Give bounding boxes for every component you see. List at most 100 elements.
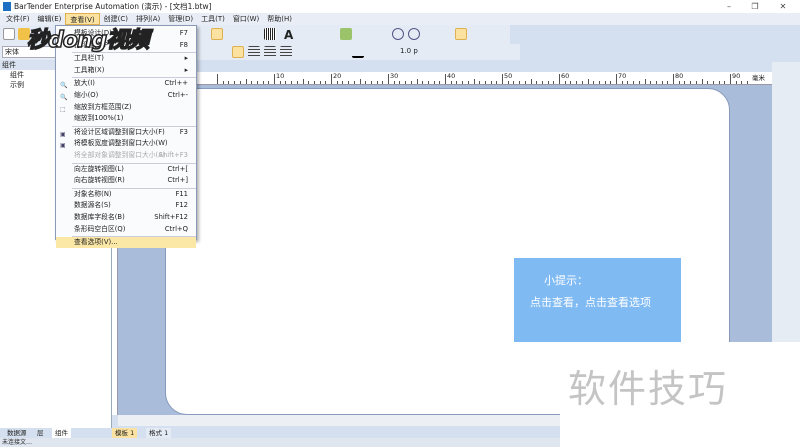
- tip-body: 点击查看，点击查看选项: [530, 296, 651, 309]
- picture-icon[interactable]: [340, 28, 352, 40]
- menu-item-label: 缩小(O): [74, 91, 99, 99]
- menu-item-14[interactable]: 数据源名(S) F12: [56, 200, 196, 211]
- menu-item-10: 将全部对象调整到窗口大小(A) Shift+F3: [56, 150, 196, 161]
- menu-item-7[interactable]: 缩放到100%(1): [56, 113, 196, 124]
- menu-item-shortcut: Ctrl+Q: [164, 224, 188, 233]
- menu-item-icon: 🔍: [60, 94, 68, 101]
- tab-format-1[interactable]: 格式 1: [146, 428, 172, 438]
- menu-item-label: 放大(I): [74, 79, 95, 88]
- zoom-in-icon[interactable]: [392, 28, 404, 40]
- menu-item-6[interactable]: ⬚ 缩放到方框范围(Z): [56, 102, 196, 113]
- menu-item-11[interactable]: 向左旋转视图(L) Ctrl+[: [56, 164, 196, 175]
- menu-item-label: 数据库字段名(B): [74, 213, 125, 221]
- barcode-icon[interactable]: [264, 28, 276, 40]
- ruler-tick: [445, 74, 446, 84]
- ruler-tick: [553, 81, 555, 84]
- justify-icon[interactable]: [280, 46, 292, 58]
- align-left-icon[interactable]: [232, 46, 244, 58]
- pointer-icon[interactable]: [211, 28, 223, 40]
- menu-item-4[interactable]: 🔍 放大(I) Ctrl++: [56, 78, 196, 89]
- menu-item-icon: ▣: [60, 142, 66, 150]
- ruler-tick: [593, 81, 595, 84]
- line-width-select[interactable]: 1.0 p: [400, 47, 418, 55]
- menu-8[interactable]: 帮助(H): [263, 13, 296, 25]
- tab-layers[interactable]: 层: [34, 428, 47, 438]
- menu-item-label: 向左旋转视图(L): [74, 164, 124, 173]
- ruler-tick: [638, 81, 640, 84]
- ruler-tick: [530, 79, 532, 84]
- menu-item-9[interactable]: ▣ 将模板宽度调整到窗口大小(W): [56, 138, 196, 149]
- tab-template-1[interactable]: 模板 1: [112, 428, 138, 438]
- ruler-tick: [655, 81, 657, 84]
- menu-item-5[interactable]: 🔍 缩小(O) Ctrl+-: [56, 90, 196, 101]
- menu-6[interactable]: 工具(T): [197, 13, 229, 25]
- ruler-tick: [251, 81, 253, 84]
- minimize-button[interactable]: –: [716, 0, 742, 13]
- grid-icon[interactable]: [455, 28, 467, 40]
- menu-item-3[interactable]: 工具箱(X) ▸: [56, 65, 196, 76]
- ruler-tick: [513, 81, 515, 84]
- menu-item-icon: 🔍: [60, 82, 68, 90]
- ruler-tick: [490, 81, 492, 84]
- align-right-icon[interactable]: [264, 46, 276, 58]
- ruler-tick: [627, 81, 629, 84]
- text-icon[interactable]: A: [284, 28, 296, 42]
- ruler-tick: [661, 81, 663, 84]
- tab-data-sources[interactable]: 数据源: [4, 428, 30, 438]
- ruler-label: 20: [333, 72, 342, 80]
- ruler-tick: [695, 81, 697, 84]
- ruler-tick: [450, 81, 452, 84]
- menu-item-label: 工具箱(X): [74, 65, 105, 74]
- ruler-tick: [336, 81, 338, 84]
- menu-item-2[interactable]: 工具栏(T) ▸: [56, 53, 196, 64]
- ruler-tick: [399, 81, 401, 84]
- menu-item-8[interactable]: ▣ 将设计区域调整到窗口大小(F) F3: [56, 127, 196, 138]
- ruler-tick: [325, 81, 327, 84]
- tab-components[interactable]: 组件: [52, 428, 71, 438]
- ruler-tick: [507, 81, 509, 84]
- ruler-tick: [427, 81, 429, 84]
- restore-button[interactable]: ❐: [742, 0, 768, 13]
- ruler-tick: [581, 81, 583, 84]
- close-button[interactable]: ✕: [770, 0, 796, 13]
- menu-5[interactable]: 管理(D): [164, 13, 197, 25]
- ruler-tick: [382, 81, 384, 84]
- ruler-tick: [667, 81, 669, 84]
- menu-item-13[interactable]: 对象名称(N) F11: [56, 189, 196, 200]
- ruler-unit: 毫米: [752, 74, 765, 82]
- ruler-tick: [370, 81, 372, 84]
- zoom-out-icon[interactable]: [408, 28, 420, 40]
- menu-7[interactable]: 窗口(W): [229, 13, 263, 25]
- menu-item-16[interactable]: 条形码空白区(Q) Ctrl+Q: [56, 224, 196, 235]
- ruler-tick: [604, 81, 606, 84]
- title-bar: BarTender Enterprise Automation (演示) - […: [0, 0, 800, 13]
- ruler-tick: [388, 74, 389, 84]
- ruler-tick: [462, 81, 464, 84]
- window-title: BarTender Enterprise Automation (演示) - […: [14, 2, 212, 11]
- ruler-tick: [502, 74, 503, 84]
- ruler-tick: [222, 81, 224, 84]
- menu-item-shortcut: F3: [179, 127, 188, 136]
- align-center-icon[interactable]: [248, 46, 260, 58]
- menu-item-label: 向右旋转视图(R): [74, 176, 125, 185]
- line-color-icon[interactable]: [352, 46, 364, 58]
- menu-item-12[interactable]: 向右旋转视图(R) Ctrl+]: [56, 175, 196, 186]
- ruler-tick: [296, 81, 298, 84]
- menu-item-shortcut: F8: [179, 40, 188, 49]
- video-logo-watermark: 秒dong视频: [26, 27, 150, 54]
- ruler-tick: [331, 74, 332, 84]
- ruler-tick: [724, 81, 726, 84]
- ruler-tick: [673, 74, 674, 84]
- ruler-tick: [308, 81, 310, 84]
- ruler-tick: [610, 81, 612, 84]
- menu-item-17[interactable]: 查看选项(V)...: [56, 237, 196, 249]
- menu-item-label: 将全部对象调整到窗口大小(A): [74, 151, 166, 159]
- menu-item-shortcut: Shift+F12: [154, 213, 188, 221]
- menu-item-label: 对象名称(N): [74, 189, 112, 198]
- ruler-tick: [644, 79, 646, 84]
- menu-item-label: 数据源名(S): [74, 201, 111, 210]
- ruler-tick: [587, 79, 589, 84]
- menu-item-15[interactable]: 数据库字段名(B) Shift+F12: [56, 212, 196, 223]
- ruler-tick: [718, 81, 720, 84]
- new-icon[interactable]: [3, 28, 15, 40]
